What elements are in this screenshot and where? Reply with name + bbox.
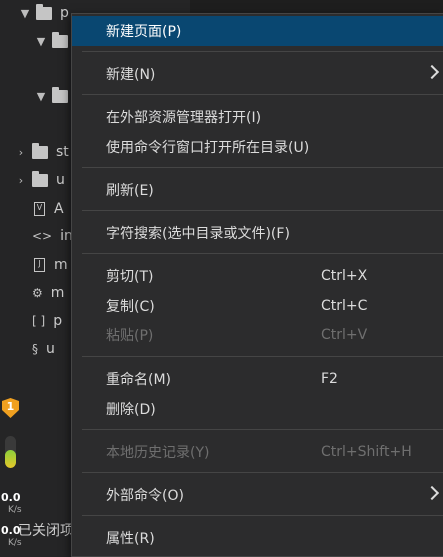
folder-icon [52, 86, 68, 103]
chevron-right-icon: › [18, 145, 24, 159]
menu-item-open-terminal[interactable]: 使用命令行窗口打开所在目录(U) [72, 132, 443, 162]
upload-speed-unit: K/s [8, 505, 22, 515]
menu-item-label: 新建(N) [106, 67, 156, 83]
menu-item-refresh[interactable]: 刷新(E) [72, 175, 443, 205]
menu-item-label: 本地历史记录(Y) [106, 445, 210, 461]
menu-item-text-search[interactable]: 字符搜索(选中目录或文件)(F) [72, 218, 443, 248]
network-monitor-widget: 1 0.0 K/s 0.0 K/s [0, 392, 24, 557]
chevron-down-icon: ▼ [36, 89, 46, 103]
settings-file-icon: ⚙ [32, 286, 43, 300]
download-speed-value: 0.0 [1, 524, 21, 537]
menu-item-copy[interactable]: 复制(C) Ctrl+C [72, 291, 443, 321]
menu-item-external-commands[interactable]: 外部命令(O) [72, 480, 443, 510]
tree-row-label: u [46, 341, 55, 357]
menu-item-label: 粘贴(P) [106, 328, 154, 344]
shield-icon[interactable]: 1 [2, 398, 19, 418]
menu-item-label: 复制(C) [106, 299, 155, 315]
tree-row-u-folder[interactable]: › u [14, 167, 65, 193]
vue-file-icon: V [34, 202, 45, 216]
speed-meter-fill [5, 450, 16, 468]
menu-item-shortcut: F2 [321, 371, 338, 387]
context-menu: 新建页面(P) 新建(N) 在外部资源管理器打开(I) 使用命令行窗口打开所在目… [71, 13, 443, 557]
js-file-icon: J [34, 258, 45, 272]
chevron-right-icon: › [18, 173, 24, 187]
tree-row-label: p [53, 313, 63, 329]
tree-row-label: u [56, 172, 65, 188]
chevron-right-icon [424, 485, 440, 501]
menu-separator [82, 429, 443, 430]
tree-row-label: st [56, 144, 69, 160]
tree-row-p-json-file[interactable]: [ ] p [28, 308, 62, 334]
tree-row-label: A [54, 201, 64, 217]
tree-row-a-file[interactable]: V A [28, 196, 64, 222]
menu-separator [82, 472, 443, 473]
chevron-right-icon [424, 64, 440, 80]
tree-row-m-file[interactable]: J m [28, 252, 68, 278]
menu-item-shortcut: Ctrl+C [321, 298, 368, 314]
tree-row-label: m [50, 285, 65, 301]
tree-row-subfolder[interactable]: ▼ [34, 28, 76, 54]
menu-item-properties[interactable]: 属性(R) [72, 523, 443, 553]
link-file-icon: § [32, 342, 38, 356]
folder-icon [32, 142, 48, 159]
menu-item-local-history: 本地历史记录(Y) Ctrl+Shift+H [72, 437, 443, 467]
menu-item-rename[interactable]: 重命名(M) F2 [72, 364, 443, 394]
tree-row-st-folder[interactable]: › st [14, 139, 69, 165]
folder-icon [52, 31, 68, 48]
menu-item-paste: 粘贴(P) Ctrl+V [72, 320, 443, 350]
menu-item-open-in-explorer[interactable]: 在外部资源管理器打开(I) [72, 102, 443, 132]
menu-separator [82, 515, 443, 516]
menu-separator [82, 210, 443, 211]
menu-item-new[interactable]: 新建(N) [72, 59, 443, 89]
menu-item-cut[interactable]: 剪切(T) Ctrl+X [72, 261, 443, 291]
menu-item-shortcut: Ctrl+X [321, 268, 368, 284]
menu-item-label: 外部命令(O) [106, 488, 184, 504]
html-file-icon: <> [32, 229, 53, 243]
chevron-down-icon: ▼ [36, 34, 46, 48]
menu-item-shortcut: Ctrl+V [321, 327, 368, 343]
menu-item-label: 刷新(E) [106, 183, 154, 199]
tree-row-u-file[interactable]: § u [28, 336, 55, 362]
menu-item-shortcut: Ctrl+Shift+H [321, 444, 412, 460]
tree-row-label: m [54, 257, 68, 273]
json-file-icon: [ ] [32, 314, 46, 328]
tree-row-m-config-file[interactable]: ⚙ m [28, 280, 64, 306]
menu-item-new-page[interactable]: 新建页面(P) [72, 16, 443, 46]
tree-row-subfolder-2[interactable]: ▼ [34, 83, 76, 109]
upload-speed-value: 0.0 [1, 491, 21, 504]
menu-item-delete[interactable]: 删除(D) [72, 394, 443, 424]
menu-separator [82, 167, 443, 168]
menu-separator [82, 94, 443, 95]
menu-item-label: 新建页面(P) [106, 24, 182, 40]
tree-row-in-file[interactable]: <> in [28, 223, 73, 249]
chevron-down-icon: ▼ [20, 6, 30, 20]
folder-icon [36, 3, 52, 20]
editor-strip [190, 0, 443, 14]
tree-row-p-folder[interactable]: ▼ p [18, 0, 69, 26]
folder-icon [32, 170, 48, 187]
menu-item-label: 剪切(T) [106, 269, 154, 285]
menu-item-label: 重命名(M) [106, 372, 172, 388]
tree-row-label: p [60, 5, 69, 21]
speed-meter [5, 436, 16, 468]
menu-item-label: 字符搜索(选中目录或文件)(F) [106, 226, 290, 242]
menu-item-label: 使用命令行窗口打开所在目录(U) [106, 140, 310, 156]
menu-item-label: 属性(R) [106, 531, 155, 547]
download-speed-unit: K/s [8, 538, 22, 548]
menu-separator [82, 51, 443, 52]
menu-separator [82, 253, 443, 254]
menu-separator [82, 356, 443, 357]
menu-item-label: 删除(D) [106, 402, 156, 418]
menu-item-label: 在外部资源管理器打开(I) [106, 110, 262, 126]
